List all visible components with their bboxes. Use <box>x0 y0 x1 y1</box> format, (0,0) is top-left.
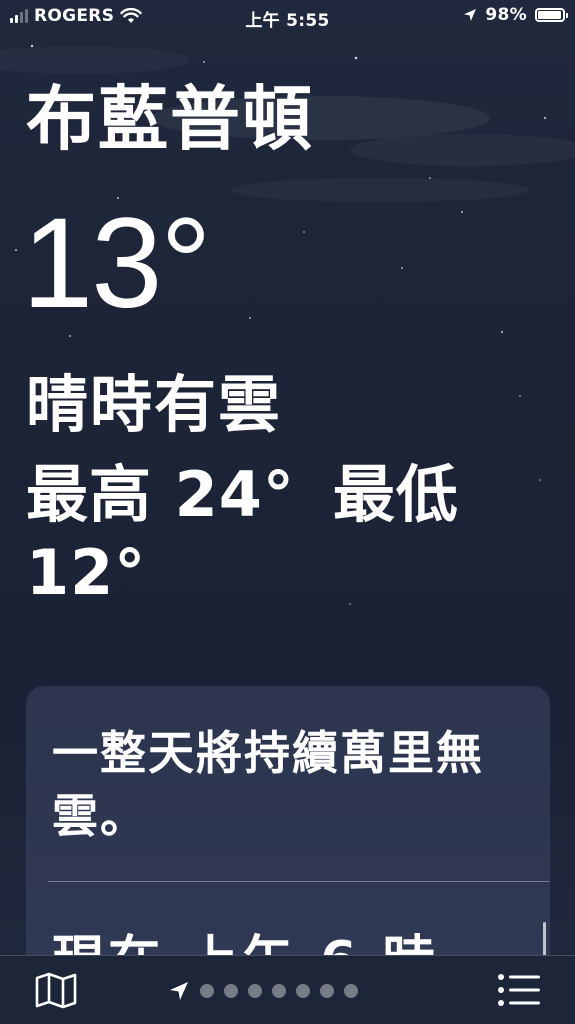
status-bar: ROGERS 上午 5:55 98% <box>0 0 575 34</box>
list-icon[interactable] <box>497 972 541 1008</box>
location-arrow-icon <box>170 982 188 1000</box>
page-dot[interactable] <box>224 984 238 998</box>
battery-level <box>538 11 562 19</box>
bottom-toolbar <box>0 955 575 1024</box>
page-indicator[interactable] <box>168 980 358 1002</box>
city-name: 布藍普頓 <box>26 78 314 160</box>
page-dot[interactable] <box>320 984 334 998</box>
page-dot[interactable] <box>272 984 286 998</box>
card-divider <box>48 881 550 882</box>
page-dot[interactable] <box>296 984 310 998</box>
weather-condition: 晴時有雲 <box>26 368 283 441</box>
page-dot[interactable] <box>344 984 358 998</box>
forecast-summary: 一整天將持續萬里無雲。 <box>52 726 484 843</box>
page-dot[interactable] <box>200 984 214 998</box>
map-icon[interactable] <box>34 971 78 1009</box>
page-dot[interactable] <box>248 984 262 998</box>
battery-percentage: 98% <box>485 5 527 25</box>
location-services-icon <box>464 9 477 21</box>
current-temperature: 13° <box>22 192 212 335</box>
high-temperature: 最高 24° <box>26 458 295 531</box>
high-low-temperature: 最高 24° 最低 12° <box>26 456 546 612</box>
battery-icon <box>535 8 568 22</box>
